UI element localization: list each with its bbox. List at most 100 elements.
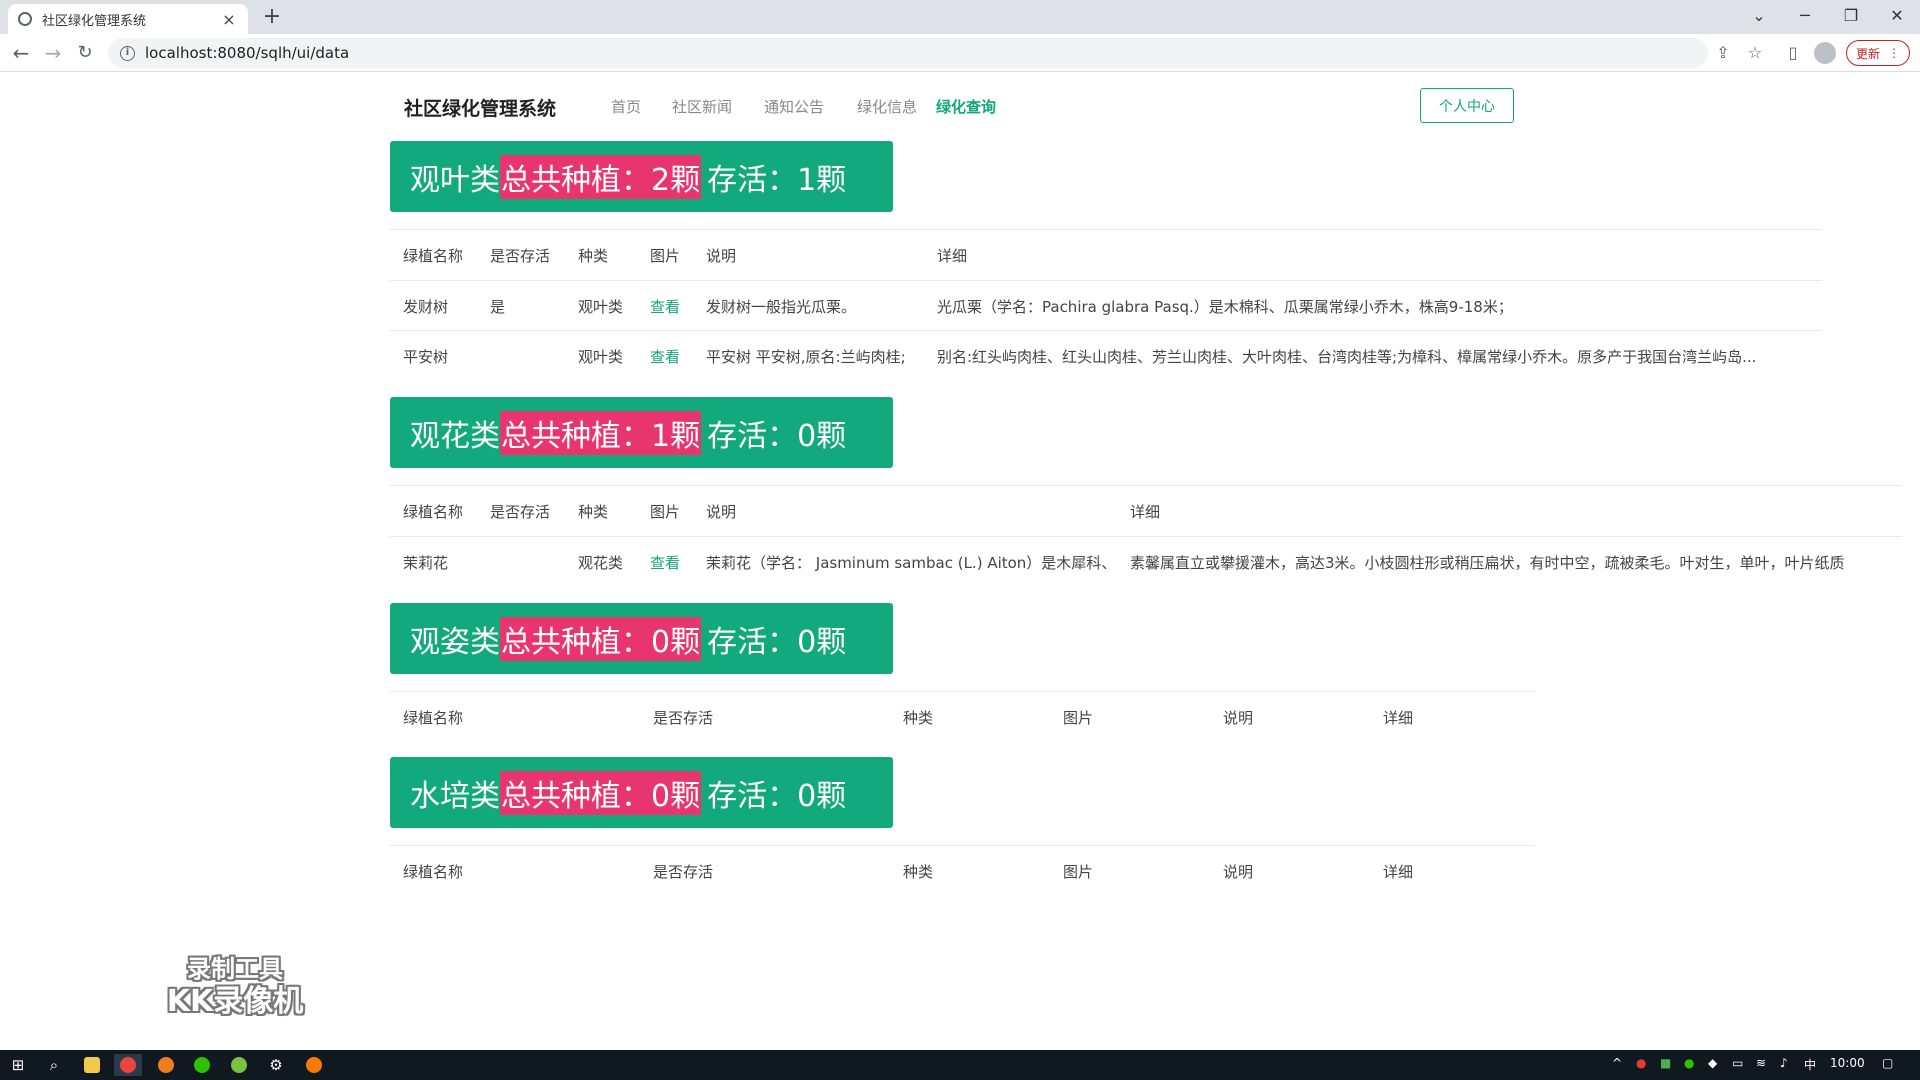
personal-center-button[interactable]: 个人中心 <box>1420 88 1514 123</box>
update-button[interactable]: 更新 ⋮ <box>1846 40 1910 66</box>
total-label: 总共种植： <box>501 162 651 198</box>
close-tab-icon[interactable]: × <box>220 10 238 29</box>
address-bar[interactable]: i localhost:8080/sqlh/ui/data <box>108 38 1708 68</box>
nav-home[interactable]: 首页 <box>611 96 641 117</box>
nav-news[interactable]: 社区新闻 <box>672 96 732 117</box>
plant-alive: 是 <box>490 298 506 316</box>
col-name: 绿植名称 <box>403 863 464 881</box>
side-panel-icon[interactable]: ▯ <box>1780 40 1806 66</box>
watermark-line2: KK录像机 <box>166 984 304 1019</box>
col-alive: 是否存活 <box>490 503 551 521</box>
minimize-icon[interactable]: ─ <box>1782 0 1828 30</box>
category-name: 观花类 <box>410 418 500 454</box>
view-image-link[interactable]: 查看 <box>650 552 680 573</box>
ime-indicator[interactable]: 中 <box>1804 1056 1816 1073</box>
tray-wechat-icon[interactable]: ● <box>1684 1056 1694 1070</box>
category-banner-hydroponic: 水培类 总共种植：0颗 存活： 0颗 <box>390 757 893 828</box>
plant-name: 发财树 <box>403 298 449 316</box>
plant-type: 观叶类 <box>578 298 624 316</box>
total-highlight: 总共种植：2颗 <box>500 154 702 199</box>
col-type: 种类 <box>903 709 934 727</box>
recorder-app-icon[interactable] <box>300 1054 328 1076</box>
tab-title: 社区绿化管理系统 <box>42 13 147 29</box>
site-navbar: 社区绿化管理系统 首页 社区新闻 通知公告 绿化信息 绿化查询 个人中心 <box>404 72 1516 140</box>
alive-count: 1颗 <box>797 162 847 198</box>
close-window-icon[interactable]: ✕ <box>1874 0 1920 30</box>
watermark-line1: 录制工具 <box>187 955 283 983</box>
tray-device-icon[interactable]: ▭ <box>1732 1056 1743 1070</box>
nav-notice[interactable]: 通知公告 <box>764 96 824 117</box>
clock[interactable]: 10:00 <box>1830 1056 1865 1070</box>
col-image: 图片 <box>1063 709 1094 727</box>
total-label: 总共种植： <box>501 418 651 454</box>
file-explorer-icon[interactable] <box>78 1054 106 1076</box>
col-type: 种类 <box>578 247 609 265</box>
update-label: 更新 <box>1855 46 1880 61</box>
alive-count: 0颗 <box>797 418 847 454</box>
total-highlight: 总共种植：0颗 <box>500 616 702 661</box>
col-name: 绿植名称 <box>403 247 464 265</box>
forward-icon[interactable]: → <box>38 38 68 68</box>
site-info-icon[interactable]: i <box>120 45 135 61</box>
settings-gear-icon[interactable]: ⚙ <box>262 1054 290 1076</box>
chrome-icon[interactable] <box>114 1054 142 1076</box>
view-image-link[interactable]: 查看 <box>650 346 680 367</box>
recorder-watermark: 录制工具 KK录像机 <box>160 954 310 1020</box>
browser-tab[interactable]: 社区绿化管理系统 × <box>8 4 248 34</box>
alive-label: 存活： <box>707 162 798 198</box>
col-alive: 是否存活 <box>653 709 714 727</box>
page-content: 社区绿化管理系统 首页 社区新闻 通知公告 绿化信息 绿化查询 个人中心 观叶类… <box>0 72 1920 1050</box>
volume-icon[interactable]: ♪ <box>1780 1056 1788 1070</box>
windows-taskbar: ⊞ ⌕ ⚙ ^ ● ■ ● ◆ ▭ ≋ ♪ 中 10:00 ▢ <box>0 1050 1920 1080</box>
nav-greening-info[interactable]: 绿化信息 <box>857 96 917 117</box>
reload-icon[interactable]: ↻ <box>70 38 100 68</box>
restore-icon[interactable]: ❐ <box>1828 0 1874 30</box>
table-header-row: 绿植名称 是否存活 种类 图片 说明 详细 <box>390 229 1822 279</box>
search-icon[interactable]: ⌕ <box>40 1054 68 1076</box>
search-app-icon[interactable] <box>152 1054 180 1076</box>
table-header-row: 绿植名称 是否存活 种类 图片 说明 详细 <box>390 691 1535 741</box>
table-row: 茉莉花 观花类 查看 茉莉花（学名： Jasminum sambac (L.) … <box>390 536 1902 586</box>
plant-type: 观叶类 <box>578 348 624 366</box>
category-banner-form: 观姿类 总共种植：0颗 存活： 0颗 <box>390 603 893 674</box>
plant-name: 茉莉花 <box>403 554 449 572</box>
total-label: 总共种植： <box>501 624 651 660</box>
tray-antivirus-icon[interactable]: ● <box>1636 1056 1646 1070</box>
wechat-icon[interactable] <box>188 1054 216 1076</box>
tab-search-icon[interactable]: ⌄ <box>1736 0 1782 30</box>
view-image-link[interactable]: 查看 <box>650 296 680 317</box>
more-menu-icon[interactable]: ⋮ <box>1888 46 1900 60</box>
col-desc: 说明 <box>1223 863 1254 881</box>
total-count: 0颗 <box>651 778 701 814</box>
tray-expand-icon[interactable]: ^ <box>1612 1056 1622 1070</box>
bookmark-star-icon[interactable]: ☆ <box>1742 40 1768 66</box>
category-banner-flower: 观花类 总共种植：1颗 存活： 0颗 <box>390 397 893 468</box>
plant-name: 平安树 <box>403 348 449 366</box>
browser-toolbar: ← → ↻ i localhost:8080/sqlh/ui/data ⇪ ☆ … <box>0 34 1920 72</box>
notification-icon[interactable]: ▢ <box>1882 1056 1893 1070</box>
plant-desc: 平安树 平安树,原名:兰屿肉桂; <box>706 348 906 366</box>
total-count: 2颗 <box>651 162 701 198</box>
total-highlight: 总共种植：1颗 <box>500 410 702 455</box>
col-detail: 详细 <box>1130 503 1161 521</box>
back-icon[interactable]: ← <box>6 38 36 68</box>
alive-label: 存活： <box>707 778 798 814</box>
col-detail: 详细 <box>937 247 968 265</box>
category-name: 观姿类 <box>410 624 500 660</box>
app-green-icon[interactable] <box>225 1054 253 1076</box>
share-icon[interactable]: ⇪ <box>1710 40 1736 66</box>
profile-avatar[interactable] <box>1814 42 1836 64</box>
plant-desc: 茉莉花（学名： Jasminum sambac (L.) Aiton）是木犀科、 <box>706 554 1117 572</box>
globe-icon <box>18 12 32 26</box>
alive-count: 0颗 <box>797 778 847 814</box>
col-detail: 详细 <box>1383 709 1414 727</box>
tray-qq-icon[interactable]: ◆ <box>1708 1056 1717 1070</box>
wifi-icon[interactable]: ≋ <box>1756 1056 1766 1070</box>
nav-greening-query[interactable]: 绿化查询 <box>936 96 996 117</box>
col-type: 种类 <box>578 503 609 521</box>
table-header-row: 绿植名称 是否存活 种类 图片 说明 详细 <box>390 845 1535 895</box>
new-tab-button[interactable]: + <box>258 4 286 32</box>
tray-app-icon[interactable]: ■ <box>1660 1056 1671 1070</box>
windows-start-icon[interactable]: ⊞ <box>4 1054 32 1076</box>
category-name: 观叶类 <box>410 162 500 198</box>
